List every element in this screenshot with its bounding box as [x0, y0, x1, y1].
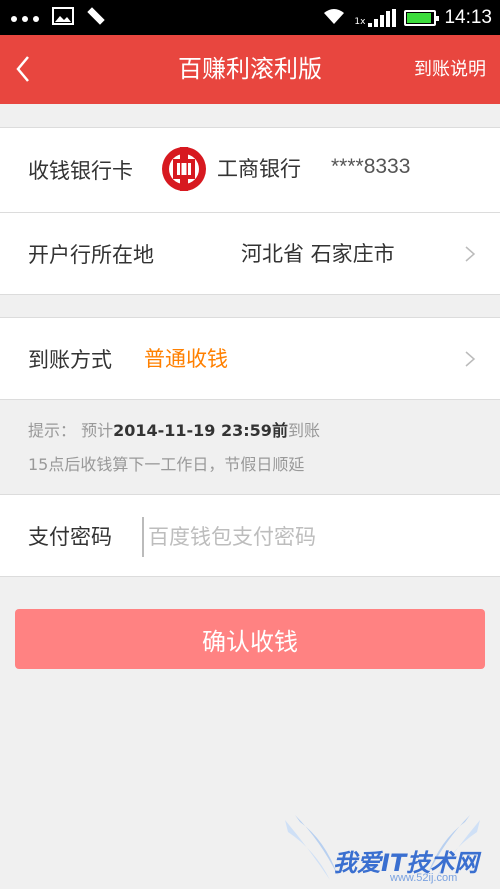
arrival-method-label: 到账方式: [28, 347, 112, 372]
battery-icon: [404, 9, 440, 26]
signal-icon: 1x: [354, 8, 397, 27]
icbc-logo-icon: [162, 147, 206, 191]
branch-region-value: 河北省 石家庄市: [241, 242, 395, 266]
status-time: 14:13: [444, 6, 492, 28]
tip-prefix: 提示： 预计: [28, 421, 114, 440]
chevron-right-icon: [465, 350, 476, 367]
tip-datetime: 2014-11-19 23:59前: [113, 421, 288, 440]
app-header: 百赚利滚利版 到账说明: [0, 35, 500, 104]
more-dots-icon: [10, 8, 40, 27]
arrival-tip-line1: 提示： 预计2014-11-19 23:59前到账: [28, 417, 320, 441]
payment-password-input[interactable]: [142, 517, 472, 557]
bank-name: 工商银行: [217, 157, 301, 181]
chevron-right-icon: [465, 245, 476, 262]
signal-label: 1x: [354, 16, 366, 27]
watermark-url: www.52ij.com: [390, 872, 458, 884]
card-number: ****8333: [331, 155, 411, 178]
status-bar-right: 1x 14:13: [322, 0, 492, 35]
branch-region-label: 开户行所在地: [28, 242, 154, 267]
arrival-method-value: 普通收钱: [144, 347, 228, 371]
tip-suffix: 到账: [287, 421, 320, 440]
arrival-method-row[interactable]: 到账方式: [0, 317, 500, 400]
arrival-tip-line2: 15点后收钱算下一工作日，节假日顺延: [28, 455, 305, 474]
arrival-info-link[interactable]: 到账说明: [414, 35, 486, 104]
notification-icon: [86, 6, 106, 30]
receive-card-label: 收钱银行卡: [28, 159, 133, 183]
status-bar-left: [10, 0, 106, 35]
chevron-left-icon: [16, 56, 29, 82]
wifi-icon: [322, 7, 346, 29]
image-icon: [52, 6, 74, 29]
battery-level: [407, 12, 431, 23]
back-button[interactable]: [10, 49, 50, 89]
payment-password-label: 支付密码: [28, 524, 112, 549]
status-bar: 1x 14:13: [0, 0, 500, 35]
confirm-receive-button[interactable]: 确认收钱: [15, 609, 485, 669]
